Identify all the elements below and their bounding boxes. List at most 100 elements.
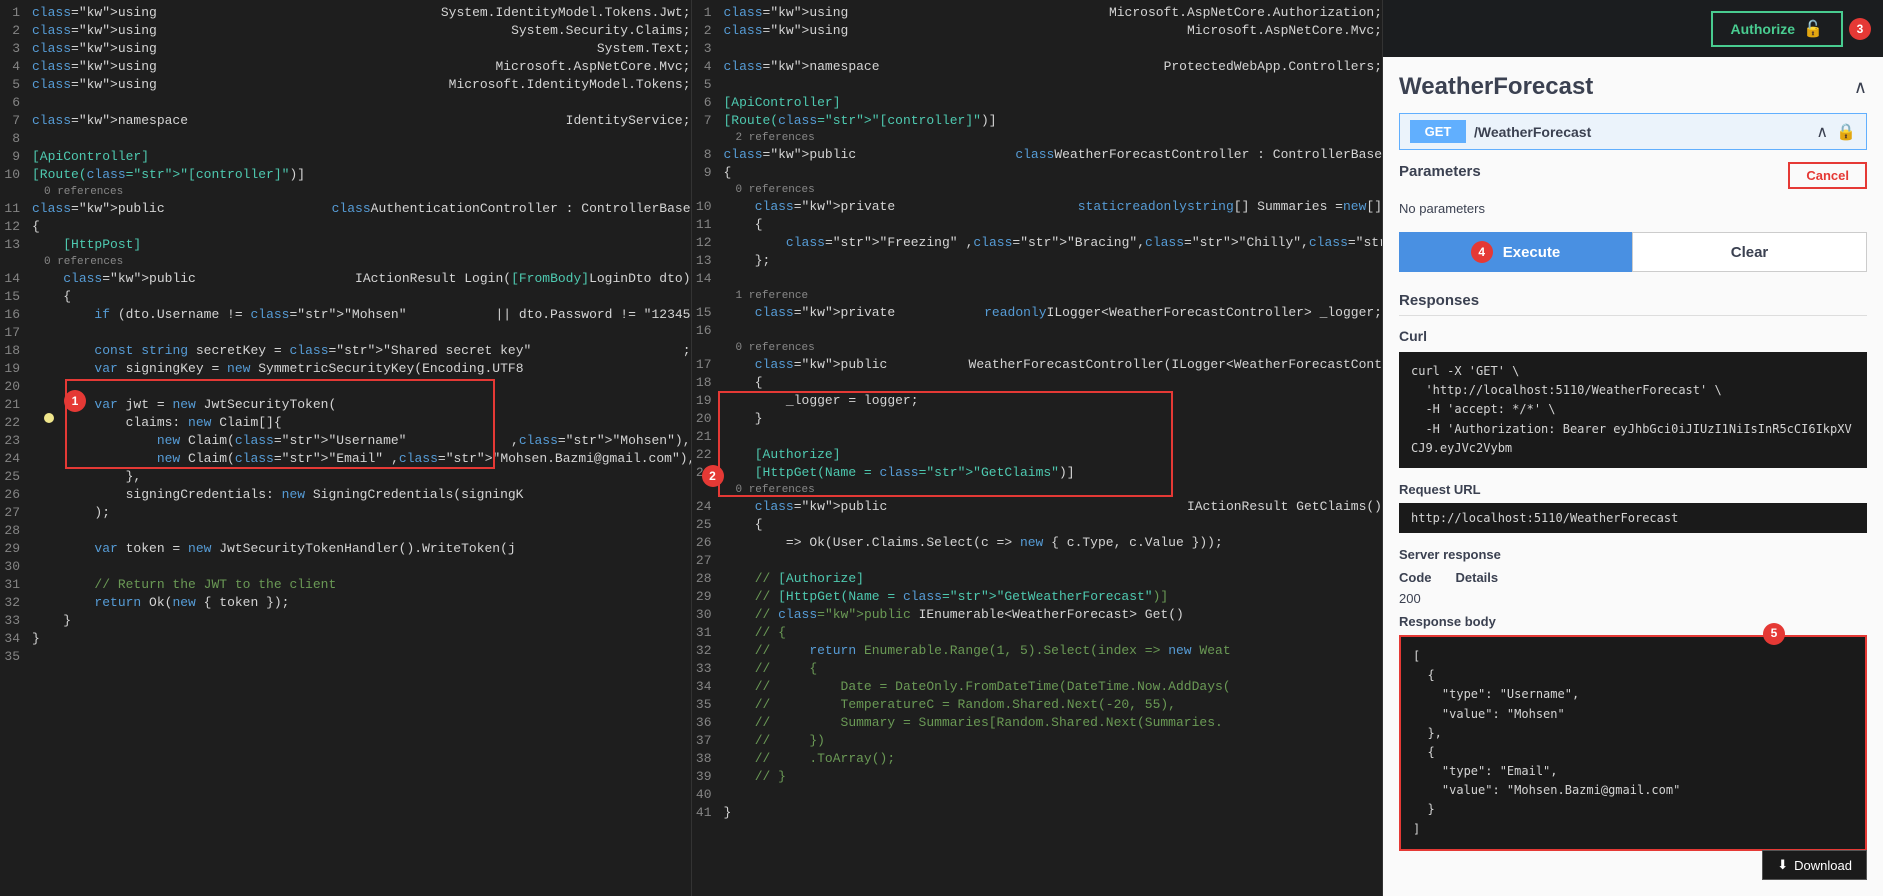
download-button[interactable]: ⬇ Download <box>1762 850 1867 880</box>
line-code: // }) <box>724 732 1383 750</box>
code-line: 29 var token = new JwtSecurityTokenHandl… <box>0 540 691 558</box>
line-code: } <box>32 630 691 648</box>
line-number: 5 <box>0 76 32 94</box>
code-line: 37 // }) <box>692 732 1383 750</box>
authorize-button[interactable]: Authorize 🔓 <box>1711 11 1843 47</box>
badge-5: 5 <box>1763 623 1785 645</box>
code-line: 11 class="kw">public class Authenticatio… <box>0 200 691 218</box>
line-number: 31 <box>0 576 32 594</box>
code-line: 16 if (dto.Username != class="str">"Mohs… <box>0 306 691 324</box>
line-code <box>724 786 1383 804</box>
code-line: 32 // return Enumerable.Range(1, 5).Sele… <box>692 642 1383 660</box>
code-line: 19 var signingKey = new SymmetricSecurit… <box>0 360 691 378</box>
code-line: 24 class="kw">public IActionResult GetCl… <box>692 498 1383 516</box>
cancel-button[interactable]: Cancel <box>1788 162 1867 189</box>
server-response-label: Server response <box>1399 547 1867 562</box>
line-code: new Claim(class="str">"Email" <box>32 450 391 468</box>
line-code: // } <box>724 768 1383 786</box>
line-code: [ApiController] <box>32 148 691 166</box>
code-line: 4 class="kw">using Microsoft.AspNetCore.… <box>0 58 691 76</box>
code-line: 30 // class="kw">public IEnumerable<Weat… <box>692 606 1383 624</box>
download-icon: ⬇ <box>1777 857 1788 873</box>
line-code: return Ok(new { token }); <box>32 594 691 612</box>
code-line: 27 ); <box>0 504 691 522</box>
code-line: 2 class="kw">using Microsoft.AspNetCore.… <box>692 22 1383 40</box>
line-number: 9 <box>692 164 724 182</box>
code-line: 20 <box>0 378 691 396</box>
authorize-label: Authorize <box>1731 21 1796 37</box>
code-line: 14 class="kw">public IActionResult Login… <box>0 270 691 288</box>
code-line: 9 { <box>692 164 1383 182</box>
clear-button[interactable]: Clear <box>1632 232 1867 272</box>
left-code-content[interactable]: 1 class="kw">using System.IdentityModel.… <box>0 0 691 896</box>
code-line: 35 // TemperatureC = Random.Shared.Next(… <box>692 696 1383 714</box>
code-line: 19 _logger = logger; <box>692 392 1383 410</box>
code-line: 6 <box>0 94 691 112</box>
code-line: 3 class="kw">using System.Text; <box>0 40 691 58</box>
line-number: 34 <box>692 678 724 696</box>
swagger-title-row: WeatherForecast ∧ <box>1399 73 1867 101</box>
line-code: class="kw">using <box>724 4 1109 22</box>
line-code: // Date = DateOnly.FromDateTime(DateTime… <box>724 678 1383 696</box>
line-number: 35 <box>692 696 724 714</box>
line-code <box>32 558 691 576</box>
line-code: class="kw">public <box>32 200 332 218</box>
badge-2: 2 <box>702 465 724 487</box>
line-code: } <box>32 612 691 630</box>
line-number: 10 <box>692 198 724 216</box>
code-line: 22 [Authorize] <box>692 446 1383 464</box>
code-line: 10 class="kw">private static readonly st… <box>692 198 1383 216</box>
endpoint-row: GET /WeatherForecast ∧ 🔒 <box>1399 113 1867 150</box>
code-line: 33 } <box>0 612 691 630</box>
line-code: new Claim(class="str">"Username" <box>32 432 511 450</box>
line-code <box>32 324 691 342</box>
code-line: 8 class="kw">public class WeatherForecas… <box>692 146 1383 164</box>
execute-button[interactable]: 4 Execute <box>1399 232 1632 272</box>
line-number: 33 <box>0 612 32 630</box>
line-code: { <box>724 216 1383 234</box>
response-table-header: Code Details <box>1399 570 1867 585</box>
line-number: 25 <box>692 516 724 534</box>
code-line: 30 <box>0 558 691 576</box>
line-code <box>724 76 1383 94</box>
line-code: class="kw">public <box>724 146 1016 164</box>
line-code <box>32 378 691 396</box>
code-line: 8 <box>0 130 691 148</box>
code-line: 5 class="kw">using Microsoft.IdentityMod… <box>0 76 691 94</box>
swagger-panel: Authorize 🔓 3 WeatherForecast ∧ GET /Wea… <box>1383 0 1883 896</box>
line-number: 16 <box>0 306 32 324</box>
response-body-content: [ { "type": "Username", "value": "Mohsen… <box>1413 649 1680 836</box>
code-line: 13 }; <box>692 252 1383 270</box>
line-code: class="str">"Freezing" <box>724 234 966 252</box>
line-number: 1 <box>0 4 32 22</box>
code-line: 15 { <box>0 288 691 306</box>
code-line: 6 [ApiController] <box>692 94 1383 112</box>
code-line: 1 class="kw">using Microsoft.AspNetCore.… <box>692 4 1383 22</box>
line-code: var signingKey = new SymmetricSecurityKe… <box>32 360 691 378</box>
code-line: 33 // { <box>692 660 1383 678</box>
line-code: }; <box>724 252 1383 270</box>
code-line: 17 <box>0 324 691 342</box>
swagger-body[interactable]: WeatherForecast ∧ GET /WeatherForecast ∧… <box>1383 57 1883 872</box>
ref-label: 0 references <box>692 482 1383 498</box>
line-code: class="kw">namespace <box>32 112 566 130</box>
badge-1: 1 <box>64 390 86 412</box>
line-number: 34 <box>0 630 32 648</box>
line-number: 9 <box>0 148 32 166</box>
line-code: class="kw">public <box>32 270 355 288</box>
line-number: 22 <box>692 446 724 464</box>
right-code-content[interactable]: 1 class="kw">using Microsoft.AspNetCore.… <box>692 0 1383 896</box>
line-number: 29 <box>692 588 724 606</box>
code-line: 4 class="kw">namespace ProtectedWebApp.C… <box>692 58 1383 76</box>
code-line: 2 class="kw">using System.Security.Claim… <box>0 22 691 40</box>
line-code: { <box>32 288 691 306</box>
details-header: Details <box>1456 570 1499 585</box>
line-number: 17 <box>692 356 724 374</box>
line-code: // { <box>724 624 1383 642</box>
line-number: 14 <box>692 270 724 288</box>
chevron-up-icon[interactable]: ∧ <box>1816 122 1828 142</box>
collapse-icon[interactable]: ∧ <box>1854 77 1867 98</box>
line-code: if (dto.Username != class="str">"Mohsen" <box>32 306 495 324</box>
code-line: 22 claims: new Claim[]{ <box>0 414 691 432</box>
line-number: 6 <box>692 94 724 112</box>
